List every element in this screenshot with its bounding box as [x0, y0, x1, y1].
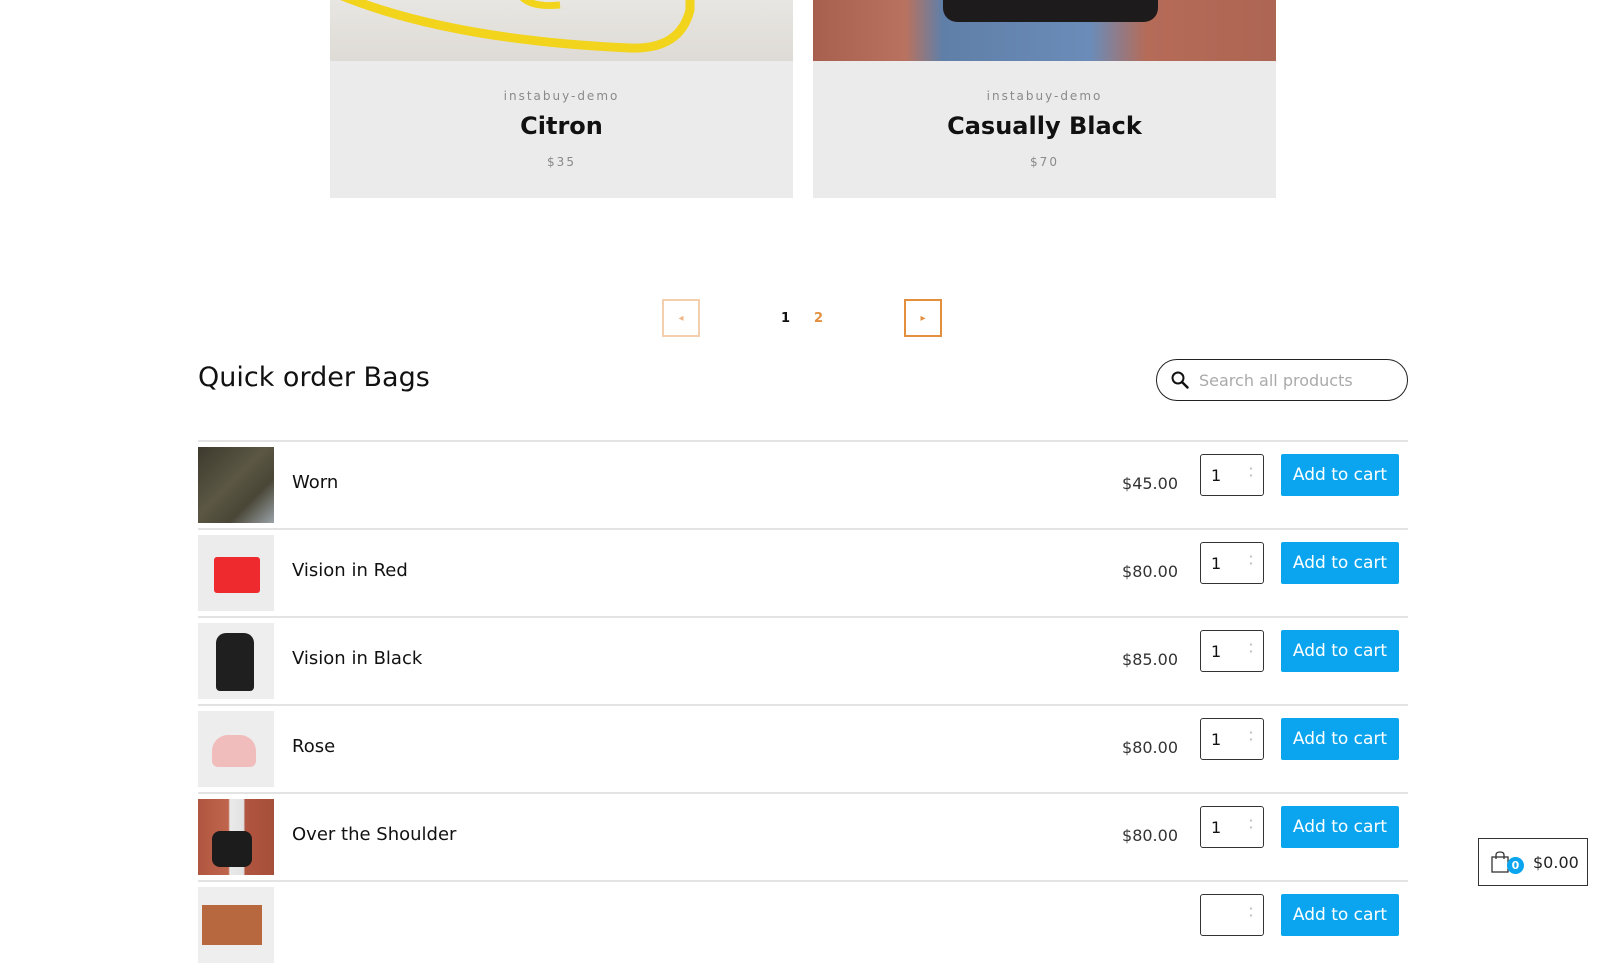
list-item: ˄ ˅ Add to cart	[198, 880, 1408, 968]
quantity-input[interactable]: 1 ˄ ˅	[1200, 454, 1264, 496]
quantity-value: 1	[1211, 817, 1222, 837]
product-price: $35	[547, 155, 576, 169]
product-card-citron[interactable]: instabuy-demo Citron $35	[330, 0, 793, 198]
product-name[interactable]: Over the Shoulder	[292, 824, 456, 845]
quantity-value: 1	[1211, 465, 1222, 485]
product-thumbnail[interactable]	[198, 711, 274, 787]
add-to-cart-button[interactable]: Add to cart	[1281, 806, 1399, 848]
quantity-value: 1	[1211, 641, 1222, 661]
product-price: $85.00	[1122, 650, 1178, 669]
product-price: $80.00	[1122, 738, 1178, 757]
pagination-page-2[interactable]: 2	[814, 311, 823, 326]
product-price: $45.00	[1122, 474, 1178, 493]
product-image-casually-black[interactable]	[813, 0, 1276, 61]
product-thumbnail[interactable]	[198, 887, 274, 963]
quantity-input[interactable]: 1 ˄ ˅	[1200, 542, 1264, 584]
search-input[interactable]	[1197, 369, 1391, 391]
spinner-icon[interactable]: ˄ ˅	[1249, 468, 1253, 483]
quantity-value: 1	[1211, 553, 1222, 573]
product-card-casually-black[interactable]: instabuy-demo Casually Black $70	[813, 0, 1276, 198]
spinner-icon[interactable]: ˄ ˅	[1249, 820, 1253, 835]
pagination-page-1[interactable]: 1	[781, 311, 790, 326]
cart-total: $0.00	[1533, 852, 1579, 872]
spinner-icon[interactable]: ˄ ˅	[1249, 556, 1253, 571]
product-vendor: instabuy-demo	[503, 89, 620, 103]
quantity-value: 1	[1211, 729, 1222, 749]
product-thumbnail[interactable]	[198, 535, 274, 611]
list-item: Vision in Red $80.00 1 ˄ ˅ Add to cart	[198, 528, 1408, 616]
quantity-input[interactable]: 1 ˄ ˅	[1200, 806, 1264, 848]
product-title[interactable]: Casually Black	[813, 112, 1276, 140]
product-vendor: instabuy-demo	[986, 89, 1103, 103]
product-price: $70	[1030, 155, 1059, 169]
list-item: Vision in Black $85.00 1 ˄ ˅ Add to cart	[198, 616, 1408, 704]
shopping-bag-icon	[1491, 851, 1509, 873]
product-name[interactable]: Vision in Black	[292, 648, 422, 669]
product-price: $80.00	[1122, 826, 1178, 845]
add-to-cart-button[interactable]: Add to cart	[1281, 454, 1399, 496]
product-thumbnail[interactable]	[198, 447, 274, 523]
search-box[interactable]	[1156, 359, 1408, 401]
add-to-cart-button[interactable]: Add to cart	[1281, 894, 1399, 936]
product-price: $80.00	[1122, 562, 1178, 581]
search-icon	[1171, 371, 1189, 389]
list-item: Rose $80.00 1 ˄ ˅ Add to cart	[198, 704, 1408, 792]
product-image-citron[interactable]	[330, 0, 793, 61]
list-item: Worn $45.00 1 ˄ ˅ Add to cart	[198, 440, 1408, 528]
add-to-cart-button[interactable]: Add to cart	[1281, 718, 1399, 760]
quantity-input[interactable]: ˄ ˅	[1200, 894, 1264, 936]
cart-button[interactable]: 0 $0.00	[1478, 838, 1588, 886]
spinner-icon[interactable]: ˄ ˅	[1249, 732, 1253, 747]
list-item: Over the Shoulder $80.00 1 ˄ ˅ Add to cart	[198, 792, 1408, 880]
spinner-icon[interactable]: ˄ ˅	[1249, 908, 1253, 923]
chevron-left-icon: ◂	[678, 312, 684, 324]
add-to-cart-button[interactable]: Add to cart	[1281, 630, 1399, 672]
chevron-right-icon: ▸	[920, 312, 926, 324]
quantity-input[interactable]: 1 ˄ ˅	[1200, 718, 1264, 760]
product-name[interactable]: Vision in Red	[292, 560, 408, 581]
quick-order-list: Worn $45.00 1 ˄ ˅ Add to cart Vision in Re…	[198, 440, 1408, 968]
spinner-icon[interactable]: ˄ ˅	[1249, 644, 1253, 659]
pagination-prev-button[interactable]: ◂	[662, 299, 700, 337]
cart-count-badge: 0	[1507, 857, 1524, 874]
product-thumbnail[interactable]	[198, 799, 274, 875]
add-to-cart-button[interactable]: Add to cart	[1281, 542, 1399, 584]
product-name[interactable]: Worn	[292, 472, 338, 493]
product-thumbnail[interactable]	[198, 623, 274, 699]
quantity-input[interactable]: 1 ˄ ˅	[1200, 630, 1264, 672]
product-name[interactable]: Rose	[292, 736, 335, 757]
product-title[interactable]: Citron	[330, 112, 793, 140]
section-title: Quick order Bags	[198, 362, 430, 393]
pagination-next-button[interactable]: ▸	[904, 299, 942, 337]
